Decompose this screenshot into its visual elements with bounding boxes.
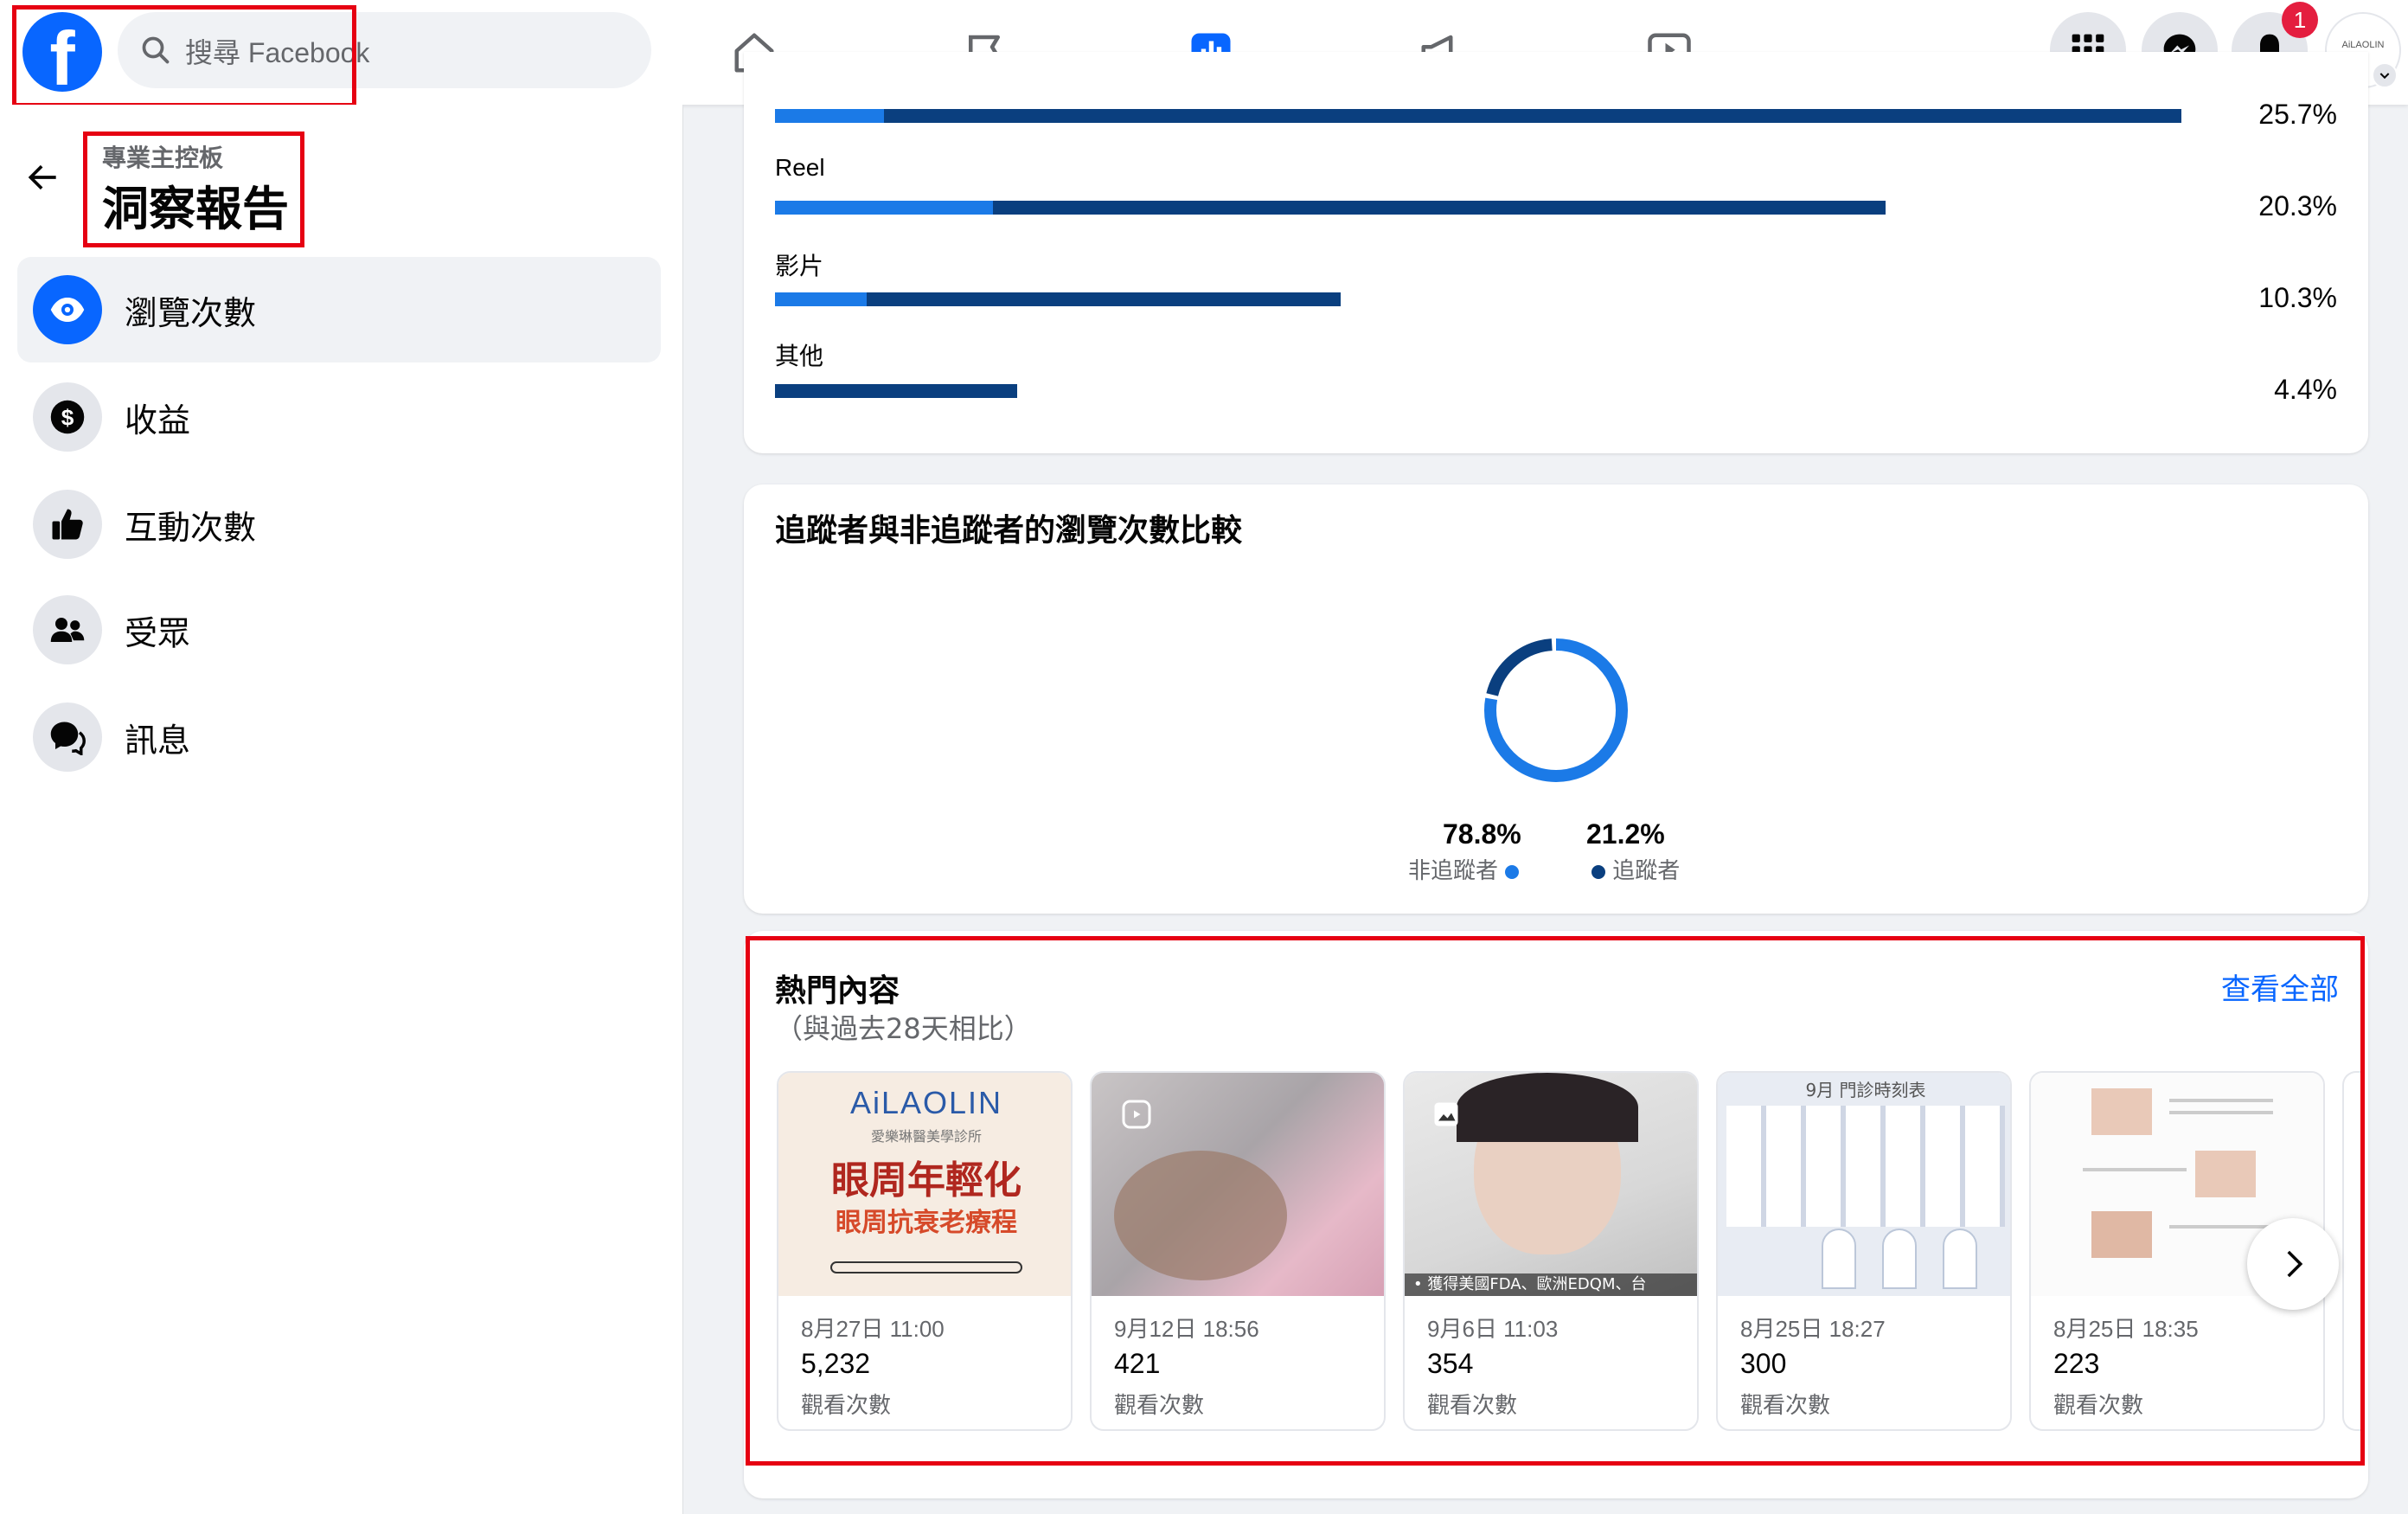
legend-dot bbox=[1591, 864, 1605, 879]
followers-legend: 追蹤者 bbox=[1591, 853, 1680, 885]
bar-segment bbox=[775, 201, 993, 215]
sidebar-item-label: 訊息 bbox=[125, 721, 191, 760]
highlight-logo-search bbox=[12, 5, 356, 107]
non-followers-percent: 78.8% bbox=[1443, 818, 1521, 850]
bar-row-0 bbox=[775, 109, 2181, 123]
sidebar-item-label: 互動次數 bbox=[125, 508, 257, 547]
sidebar-item-interactions[interactable]: 互動次數 bbox=[17, 472, 661, 577]
content-type-card: 25.7% Reel 20.3% 影片 10.3% 其他 4.4% bbox=[744, 52, 2368, 453]
bar-label: 影片 bbox=[775, 253, 824, 279]
bar-row-3 bbox=[775, 384, 1017, 398]
bar-percent: 4.4% bbox=[2274, 374, 2337, 405]
followers-comparison-card: 追蹤者與非追蹤者的瀏覽次數比較 78.8% 非追蹤者 21.2% 追蹤者 bbox=[744, 484, 2368, 914]
back-arrow-icon[interactable] bbox=[24, 158, 62, 196]
bar-label: 其他 bbox=[775, 343, 824, 369]
dollar-icon: $ bbox=[33, 382, 102, 452]
avatar-text: AiLAOLIN bbox=[2341, 40, 2385, 50]
sidebar-item-label: 受眾 bbox=[125, 613, 191, 652]
bar-segment bbox=[775, 292, 867, 306]
card-title: 追蹤者與非追蹤者的瀏覽次數比較 bbox=[775, 513, 1243, 549]
highlight-page-title bbox=[83, 132, 304, 247]
bar-row-1 bbox=[775, 201, 1886, 215]
followers-donut-chart bbox=[1484, 638, 1628, 782]
chat-icon bbox=[33, 702, 102, 772]
sidebar-item-earnings[interactable]: $ 收益 bbox=[17, 364, 661, 470]
bar-percent: 25.7% bbox=[2258, 99, 2337, 130]
highlight-top-content bbox=[746, 936, 2365, 1466]
chevron-down-icon bbox=[2379, 73, 2390, 80]
sidebar-item-audience[interactable]: 受眾 bbox=[17, 577, 661, 683]
account-chevron-button[interactable] bbox=[2372, 62, 2398, 88]
bar-label: Reel bbox=[775, 154, 825, 181]
eye-icon bbox=[33, 275, 102, 344]
sidebar-item-label: 瀏覽次數 bbox=[125, 293, 257, 332]
bar-row-2 bbox=[775, 292, 1341, 306]
bar-segment bbox=[775, 109, 884, 123]
notification-badge: 1 bbox=[2282, 2, 2318, 38]
non-followers-legend: 非追蹤者 bbox=[1408, 853, 1520, 885]
thumbs-up-icon bbox=[33, 490, 102, 559]
legend-dot bbox=[1505, 864, 1520, 879]
non-followers-label: 非追蹤者 bbox=[1408, 858, 1499, 884]
followers-label: 追蹤者 bbox=[1612, 858, 1681, 884]
sidebar-item-views[interactable]: 瀏覽次數 bbox=[17, 257, 661, 362]
svg-text:$: $ bbox=[61, 405, 74, 431]
bar-percent: 10.3% bbox=[2258, 282, 2337, 313]
followers-percent: 21.2% bbox=[1586, 818, 1665, 850]
people-icon bbox=[33, 595, 102, 664]
sidebar-item-label: 收益 bbox=[125, 401, 191, 439]
bar-percent: 20.3% bbox=[2258, 190, 2337, 221]
sidebar: 專業主控板 洞察報告 瀏覽次數 $ 收益 互動次數 受眾 訊息 bbox=[0, 105, 683, 1514]
sidebar-item-messages[interactable]: 訊息 bbox=[17, 684, 661, 790]
